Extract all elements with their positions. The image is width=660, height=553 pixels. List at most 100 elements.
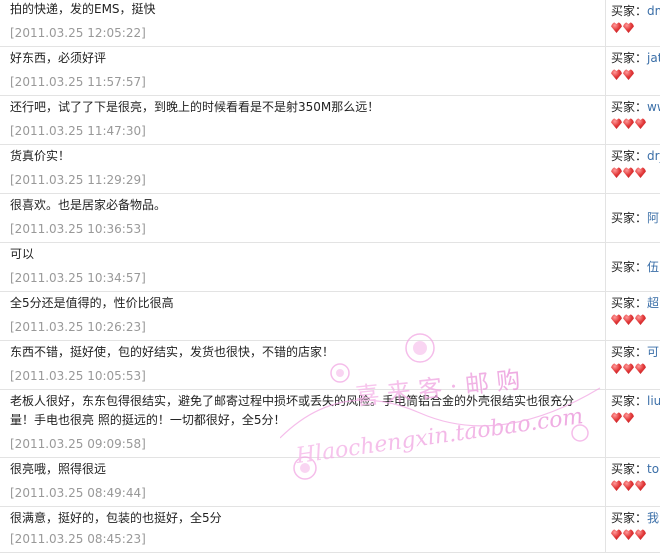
heart-icon [635,314,646,325]
buyer-name-link[interactable]: 我 [647,511,659,525]
buyer-prefix: 买家： [611,211,648,225]
review-row: 老板人很好，东东包得很结实，避免了邮寄过程中损坏或丢失的风险。手电筒铝合金的外壳… [0,390,660,458]
buyer-cell: 买家：超 [605,292,660,340]
heart-icon [611,118,622,129]
buyer-prefix: 买家： [611,51,648,65]
buyer-name-link[interactable]: 伍 [647,260,659,274]
buyer-label: 买家：伍 [611,258,660,276]
heart-icon [611,363,622,374]
buyer-cell: 买家：伍 [605,243,660,291]
buyer-name-link[interactable]: liu [647,394,660,408]
review-row: 货真价实！ [2011.03.25 11:29:29] 买家：dr_ [0,145,660,194]
buyer-prefix: 买家： [611,296,648,310]
review-comment: 很喜欢。也是居家必备物品。 [10,198,167,212]
review-date: [2011.03.25 11:47:30] [10,124,146,138]
buyer-cell: 买家：liu [605,390,660,457]
buyer-name-link[interactable]: 阿 [647,211,659,225]
buyer-prefix: 买家： [611,345,648,359]
review-comment: 很亮哦，照得很远 [10,462,107,476]
buyer-cell: 买家：阿 [605,194,660,242]
heart-icon [611,69,622,80]
buyer-rating-hearts [611,167,660,179]
heart-icon [611,22,622,33]
review-row: 东西不错，挺好使，包的好结实，发货也很快，不错的店家！ [2011.03.25 1… [0,341,660,390]
heart-icon [623,167,634,178]
review-comment: 货真价实！ [10,149,71,163]
buyer-cell: 买家：我 [605,507,660,552]
review-comment: 东西不错，挺好使，包的好结实，发货也很快，不错的店家！ [10,345,335,359]
heart-icon [611,314,622,325]
buyer-prefix: 买家： [611,511,648,525]
heart-icon [623,69,634,80]
heart-icon [611,480,622,491]
buyer-cell: 买家：jat [605,47,660,95]
review-comment: 可以 [10,247,35,261]
buyer-label: 买家：liu [611,392,660,410]
buyer-name-link[interactable]: ww [647,100,660,114]
buyer-rating-hearts [611,22,660,34]
heart-icon [635,480,646,491]
buyer-rating-hearts [611,314,660,326]
buyer-rating-hearts [611,480,660,492]
buyer-prefix: 买家： [611,394,648,408]
review-date: [2011.03.25 12:05:22] [10,26,146,40]
buyer-label: 买家：超 [611,294,660,312]
review-row: 拍的快递，发的EMS，挺快 [2011.03.25 12:05:22] 买家：dm [0,0,660,47]
heart-icon [623,363,634,374]
buyer-rating-hearts [611,69,660,81]
review-row: 很亮哦，照得很远 [2011.03.25 08:49:44] 买家：tor [0,458,660,507]
heart-icon [635,118,646,129]
buyer-label: 买家：tor [611,460,660,478]
review-row: 还行吧，试了了下是很亮，到晚上的时候看看是不是射350M那么远！ [2011.03… [0,96,660,145]
buyer-name-link[interactable]: dr_ [647,149,660,163]
buyer-label: 买家：dr_ [611,147,660,165]
review-date: [2011.03.25 10:34:57] [10,271,146,285]
heart-icon [623,22,634,33]
heart-icon [623,314,634,325]
buyer-label: 买家：dm [611,2,660,20]
buyer-rating-hearts [611,118,660,130]
heart-icon [611,412,622,423]
buyer-prefix: 买家： [611,462,648,476]
buyer-cell: 买家：可 [605,341,660,389]
buyer-label: 买家：阿 [611,209,660,227]
buyer-label: 买家：可 [611,343,660,361]
buyer-rating-hearts [611,363,660,375]
review-row: 好东西，必须好评 [2011.03.25 11:57:57] 买家：jat [0,47,660,96]
heart-icon [623,118,634,129]
review-comment: 拍的快递，发的EMS，挺快 [10,2,156,16]
buyer-cell: 买家：dr_ [605,145,660,193]
buyer-rating-hearts [611,412,660,424]
review-comment: 老板人很好，东东包得很结实，避免了邮寄过程中损坏或丢失的风险。手电筒铝合金的外壳… [10,394,575,427]
buyer-prefix: 买家： [611,149,648,163]
buyer-prefix: 买家： [611,260,648,274]
heart-icon [623,529,634,540]
review-row: 可以 [2011.03.25 10:34:57] 买家：伍 [0,243,660,292]
review-comment: 好东西，必须好评 [10,51,107,65]
buyer-cell: 买家：tor [605,458,660,506]
buyer-name-link[interactable]: tor [647,462,660,476]
heart-icon [635,363,646,374]
review-date: [2011.03.25 09:09:58] [10,437,146,451]
buyer-label: 买家：ww [611,98,660,116]
buyer-label: 买家：jat [611,49,660,67]
review-row: 很满意，挺好的，包装的也挺好，全5分 [2011.03.25 08:45:23] 买… [0,507,660,553]
buyer-cell: 买家：ww [605,96,660,144]
review-date: [2011.03.25 08:49:44] [10,486,146,500]
heart-icon [611,167,622,178]
buyer-name-link[interactable]: jat [647,51,660,65]
buyer-label: 买家：我 [611,509,660,527]
review-comment: 还行吧，试了了下是很亮，到晚上的时候看看是不是射350M那么远！ [10,100,380,114]
review-date: [2011.03.25 08:45:23] [10,532,146,546]
review-date: [2011.03.25 10:26:23] [10,320,146,334]
buyer-name-link[interactable]: dm [647,4,660,18]
buyer-prefix: 买家： [611,100,648,114]
review-list: 拍的快递，发的EMS，挺快[2011.03.25 12:05:22]买家：dm好… [0,0,660,553]
heart-icon [623,480,634,491]
review-date: [2011.03.25 10:36:53] [10,222,146,236]
buyer-prefix: 买家： [611,4,648,18]
buyer-name-link[interactable]: 可 [647,345,659,359]
buyer-name-link[interactable]: 超 [647,296,659,310]
buyer-cell: 买家：dm [605,0,660,46]
review-row: 全5分还是值得的，性价比很高 [2011.03.25 10:26:23] 买家：超 [0,292,660,341]
